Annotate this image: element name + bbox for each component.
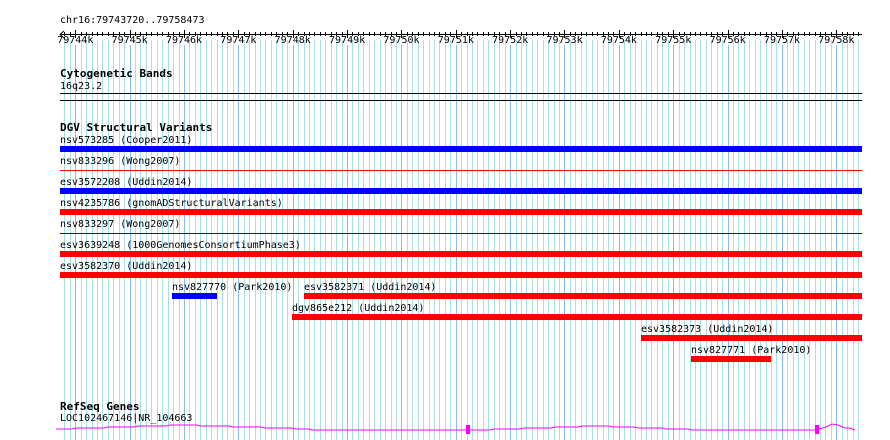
variant-bar[interactable] — [60, 233, 862, 234]
variant-bar[interactable] — [60, 170, 862, 171]
cytoband-bar[interactable] — [60, 93, 862, 94]
variant-label[interactable]: nsv827771 (Park2010) — [691, 345, 811, 356]
variant-bar[interactable] — [641, 335, 862, 341]
variant-bar[interactable] — [60, 146, 862, 152]
ruler-range: chr16:79743720..79758473 — [60, 15, 205, 26]
ruler-tick-label: 79749k — [329, 35, 366, 46]
gene-model[interactable] — [0, 420, 890, 440]
variant-bar[interactable] — [60, 272, 862, 278]
ruler-tick-label: 79756k — [709, 35, 746, 46]
variant-bar[interactable] — [292, 314, 862, 320]
dgv-title: DGV Structural Variants — [60, 121, 213, 134]
variant-label[interactable]: nsv4235786 (gnomADStructuralVariants) — [60, 198, 283, 209]
variant-label[interactable]: esv3582370 (Uddin2014) — [60, 261, 192, 272]
exon — [466, 425, 470, 434]
ruler-tick-label: 79746k — [165, 35, 203, 46]
variant-label[interactable]: esv3582373 (Uddin2014) — [641, 324, 773, 335]
ruler-tick-label: 79747k — [220, 35, 257, 46]
variant-label[interactable]: esv3639248 (1000GenomesConsortiumPhase3) — [60, 240, 301, 251]
variant-bar[interactable] — [304, 293, 862, 299]
genome-browser: chr16:79743720..79758473 79744k 79745k 797… — [0, 0, 890, 440]
variant-bar[interactable] — [60, 209, 862, 215]
ruler-tick-label: 79754k — [600, 35, 637, 46]
cytoband-label[interactable]: 16q23.2 — [60, 81, 102, 92]
ruler-tick-label: 79748k — [274, 35, 311, 46]
ruler-tick-label: 79751k — [437, 35, 474, 46]
ruler-tick-label: 79758k — [818, 35, 855, 46]
ruler-tick-label: 79744k — [57, 35, 94, 46]
variant-label[interactable]: nsv827770 (Park2010) — [172, 282, 292, 293]
cytobands-title: Cytogenetic Bands — [60, 67, 173, 80]
variant-label[interactable]: esv3582371 (Uddin2014) — [304, 282, 436, 293]
variant-bar[interactable] — [60, 188, 862, 194]
variant-label[interactable]: nsv833297 (Wong2007) — [60, 219, 180, 230]
ruler-tick-label: 79750k — [383, 35, 420, 46]
track-divider — [60, 100, 862, 101]
variant-bar[interactable] — [172, 293, 217, 299]
ruler-tick-label: 79752k — [492, 35, 529, 46]
variant-label[interactable]: esv3572208 (Uddin2014) — [60, 177, 192, 188]
variant-bar[interactable] — [691, 356, 771, 362]
ruler-tick-label: 79753k — [546, 35, 583, 46]
variant-label[interactable]: nsv833296 (Wong2007) — [60, 156, 180, 167]
ruler-tick-label: 79745k — [111, 35, 148, 46]
exon — [815, 425, 819, 434]
intron-line — [56, 424, 470, 431]
ruler-tick-label: 79757k — [763, 35, 801, 46]
refseq-title: RefSeq Genes — [60, 400, 140, 413]
variant-bar[interactable] — [60, 251, 862, 257]
variant-label[interactable]: dgv865e212 (Uddin2014) — [292, 303, 424, 314]
variant-label[interactable]: nsv573285 (Cooper2011) — [60, 135, 192, 146]
ruler-tick-label: 79755k — [655, 35, 692, 46]
intron-line — [818, 423, 856, 431]
intron-line — [470, 425, 815, 431]
